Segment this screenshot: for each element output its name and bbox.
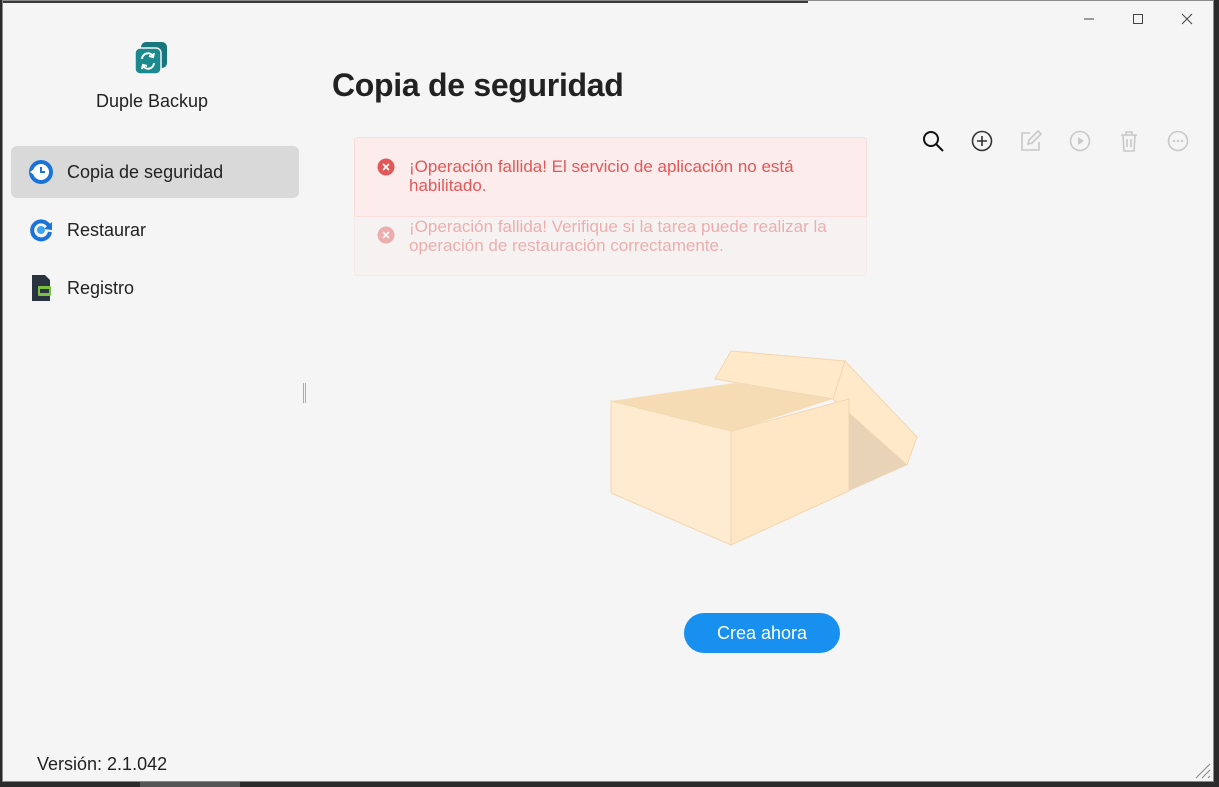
add-icon — [971, 130, 992, 152]
sidebar-item-restaurar[interactable]: Restaurar — [11, 204, 299, 256]
minimize-icon — [1083, 18, 1094, 20]
log-icon — [27, 274, 55, 302]
app-window: Duple Backup Copia de seguridad Restaura… — [2, 0, 1214, 782]
refresh-icon — [27, 216, 55, 244]
more-button[interactable] — [1153, 125, 1202, 157]
trash-icon — [1120, 131, 1137, 152]
error-alert: ¡Operación fallida! El servicio de aplic… — [354, 137, 867, 217]
sidebar-item-label: Copia de seguridad — [67, 161, 224, 182]
maximize-button[interactable] — [1113, 5, 1162, 33]
splitter-handle[interactable] — [303, 383, 306, 403]
sidebar-item-copia-de-seguridad[interactable]: Copia de seguridad — [11, 146, 299, 198]
edit-icon — [1020, 129, 1042, 151]
run-button[interactable] — [1055, 125, 1104, 157]
app-name: Duple Backup — [95, 91, 209, 111]
sidebar: Duple Backup Copia de seguridad Restaura… — [3, 1, 307, 781]
close-icon — [1181, 13, 1192, 25]
error-alert-text: ¡Operación fallida! El servicio de aplic… — [409, 157, 794, 195]
more-icon — [1167, 130, 1188, 152]
add-button[interactable] — [957, 125, 1006, 157]
app-logo-icon — [134, 42, 167, 75]
search-icon — [922, 131, 944, 152]
page-title: Copia de seguridad — [332, 67, 624, 103]
search-button[interactable] — [908, 125, 957, 157]
minimize-button[interactable] — [1064, 5, 1113, 33]
version-label: Versión: 2.1.042 — [37, 754, 168, 774]
taskbar-strip — [140, 782, 240, 787]
play-icon — [1069, 130, 1090, 152]
error-alert-text: ¡Operación fallida! Verifique si la tare… — [409, 217, 827, 255]
window-controls — [1064, 5, 1211, 33]
sidebar-item-label: Registro — [67, 277, 135, 298]
create-now-button[interactable]: Crea ahora — [684, 613, 840, 653]
error-icon — [377, 226, 395, 244]
toolbar — [908, 125, 1202, 157]
close-button[interactable] — [1162, 5, 1211, 33]
empty-box-icon — [610, 350, 918, 546]
sidebar-item-registro[interactable]: Registro — [11, 262, 299, 314]
edit-button[interactable] — [1006, 125, 1055, 157]
sidebar-item-label: Restaurar — [67, 219, 147, 240]
resize-grip-icon[interactable] — [1191, 759, 1211, 779]
error-icon — [377, 158, 395, 176]
maximize-icon — [1132, 14, 1143, 24]
delete-button[interactable] — [1104, 125, 1153, 157]
clock-icon — [27, 158, 55, 186]
